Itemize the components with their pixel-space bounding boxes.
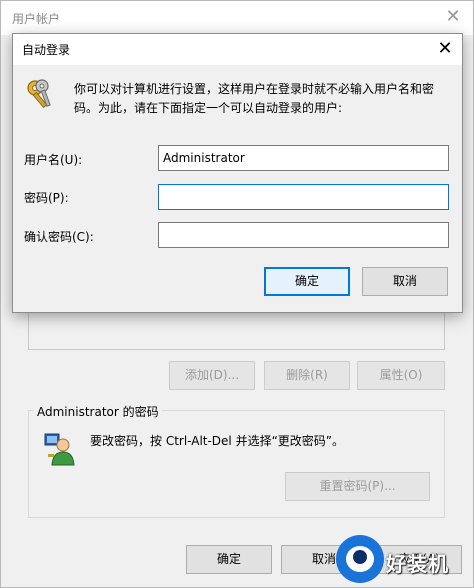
- auto-login-titlebar: [13, 34, 462, 65]
- watermark-pupil-icon: [353, 550, 367, 564]
- auto-login-cancel-button[interactable]: 取消: [362, 267, 448, 296]
- reset-password-button[interactable]: 重置密码(P)...: [285, 472, 430, 501]
- remove-user-button[interactable]: 删除(R): [264, 361, 350, 390]
- password-groupbox: [28, 410, 445, 518]
- auto-login-description: 你可以对计算机进行设置，这样用户在登录时就不必输入用户名和密码。为此，请在下面指…: [74, 82, 435, 115]
- password-label: 密码(P):: [24, 191, 69, 205]
- watermark-text: 好装机: [386, 552, 449, 576]
- username-label: 用户名(U):: [24, 153, 83, 167]
- user-accounts-close-icon[interactable]: ✕: [438, 4, 468, 30]
- properties-button[interactable]: 属性(O): [357, 361, 445, 390]
- user-accounts-titlebar: [1, 1, 473, 35]
- user-accounts-title: 用户帐户: [12, 12, 61, 26]
- auto-login-title: 自动登录: [22, 43, 71, 57]
- user-accounts-ok-button[interactable]: 确定: [186, 545, 272, 574]
- password-input[interactable]: [158, 184, 449, 210]
- auto-login-close-icon[interactable]: ✕: [430, 36, 460, 62]
- username-input[interactable]: [158, 145, 449, 171]
- change-password-hint: 要改密码，按 Ctrl-Alt-Del 并选择“更改密码”。: [90, 434, 345, 448]
- confirm-password-input[interactable]: [158, 222, 449, 248]
- keys-icon: [24, 78, 58, 112]
- password-group-legend: Administrator 的密码: [34, 403, 162, 420]
- add-user-button[interactable]: 添加(D)...: [169, 361, 255, 390]
- auto-login-ok-button[interactable]: 确定: [264, 267, 350, 296]
- user-key-icon: [44, 432, 76, 466]
- confirm-password-label: 确认密码(C):: [24, 230, 94, 244]
